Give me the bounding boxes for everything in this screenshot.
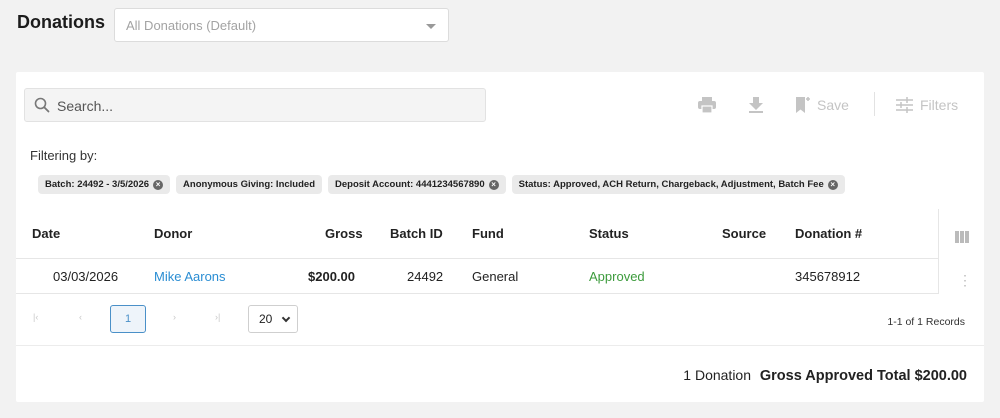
- save-button[interactable]: Save: [796, 94, 849, 116]
- filter-chip[interactable]: Deposit Account: 4441234567890 ×: [328, 175, 506, 194]
- column-header-donation-number[interactable]: Donation #: [795, 226, 862, 241]
- page-size-select[interactable]: 20: [248, 305, 298, 333]
- first-page-icon[interactable]: |‹: [33, 312, 38, 322]
- last-page-icon[interactable]: ›|: [215, 312, 220, 322]
- gross-approved-total: Gross Approved Total $200.00: [759, 368, 967, 384]
- cell-batch-id: 24492: [407, 269, 444, 284]
- column-header-fund[interactable]: Fund: [472, 226, 504, 241]
- cell-donation-number: 345678912: [795, 269, 861, 284]
- remove-chip-icon[interactable]: ×: [153, 179, 164, 190]
- search-box[interactable]: [24, 88, 486, 122]
- cell-donor-link[interactable]: Mike Aarons: [154, 269, 226, 284]
- page-size-value: 20: [259, 312, 273, 326]
- donation-count: 1 Donation: [683, 367, 751, 383]
- filters-label: Filters: [920, 97, 959, 113]
- cell-gross: $200.00: [308, 269, 355, 284]
- current-page-button[interactable]: 1: [110, 305, 146, 333]
- previous-page-icon[interactable]: ‹: [79, 312, 82, 322]
- filter-chip-label: Deposit Account: 4441234567890: [335, 179, 485, 190]
- cell-status: Approved: [589, 269, 645, 284]
- view-select-value: All Donations (Default): [126, 18, 257, 33]
- filtering-by-label: Filtering by:: [30, 148, 98, 163]
- print-button[interactable]: [698, 94, 716, 116]
- pagination: |‹ ‹ 1 › ›| 20 1-1 of 1 Records: [16, 294, 984, 346]
- filter-chip[interactable]: Batch: 24492 - 3/5/2026 ×: [38, 175, 171, 194]
- totals-summary: 1 Donation Gross Approved Total $200.00: [683, 367, 967, 384]
- records-count: 1-1 of 1 Records: [887, 316, 965, 328]
- bookmark-save-icon: [796, 97, 810, 113]
- cell-fund: General: [472, 269, 519, 284]
- filter-chip-label: Anonymous Giving: Included: [183, 179, 315, 190]
- columns-icon[interactable]: [955, 231, 969, 243]
- remove-chip-icon[interactable]: ×: [488, 179, 499, 190]
- column-header-donor[interactable]: Donor: [154, 226, 192, 241]
- download-button[interactable]: [749, 94, 763, 116]
- next-page-icon[interactable]: ›: [173, 312, 176, 322]
- printer-icon: [698, 97, 716, 113]
- filter-chip-label: Status: Approved, ACH Return, Chargeback…: [518, 179, 824, 190]
- column-header-date[interactable]: Date: [32, 226, 60, 241]
- filter-chips: Batch: 24492 - 3/5/2026 × Anonymous Givin…: [38, 175, 845, 194]
- column-header-status[interactable]: Status: [589, 226, 629, 241]
- filter-chip-label: Batch: 24492 - 3/5/2026: [45, 179, 150, 190]
- chevron-down-icon: [281, 313, 291, 323]
- column-settings: ⋮: [938, 209, 984, 294]
- donations-card: Save Filters Filtering by: Batch: 24492 …: [16, 72, 984, 402]
- column-header-batch-id[interactable]: Batch ID: [390, 226, 443, 241]
- filter-chip: Anonymous Giving: Included: [176, 175, 322, 194]
- search-input[interactable]: [57, 95, 477, 117]
- search-icon: [34, 97, 50, 113]
- view-select[interactable]: All Donations (Default): [114, 8, 449, 42]
- page-title: Donations: [17, 12, 105, 32]
- sliders-icon: [896, 97, 913, 113]
- cell-date: 03/03/2026: [53, 269, 119, 284]
- toolbar-divider: [874, 92, 875, 116]
- caret-down-icon: [426, 24, 436, 29]
- download-icon: [749, 97, 763, 113]
- filters-button[interactable]: Filters: [896, 94, 958, 116]
- remove-chip-icon[interactable]: ×: [827, 179, 838, 190]
- table-row[interactable]: 03/03/2026 Mike Aarons $200.00 24492 Gen…: [16, 259, 938, 294]
- column-header-gross[interactable]: Gross: [325, 226, 363, 241]
- row-menu-icon[interactable]: ⋮: [958, 273, 972, 287]
- filter-chip[interactable]: Status: Approved, ACH Return, Chargeback…: [511, 175, 845, 194]
- save-label: Save: [817, 97, 849, 113]
- column-header-source[interactable]: Source: [722, 226, 766, 241]
- table-header: Date Donor Gross Batch ID Fund Status So…: [16, 209, 938, 259]
- page-header: Donations All Donations (Default): [0, 0, 1000, 56]
